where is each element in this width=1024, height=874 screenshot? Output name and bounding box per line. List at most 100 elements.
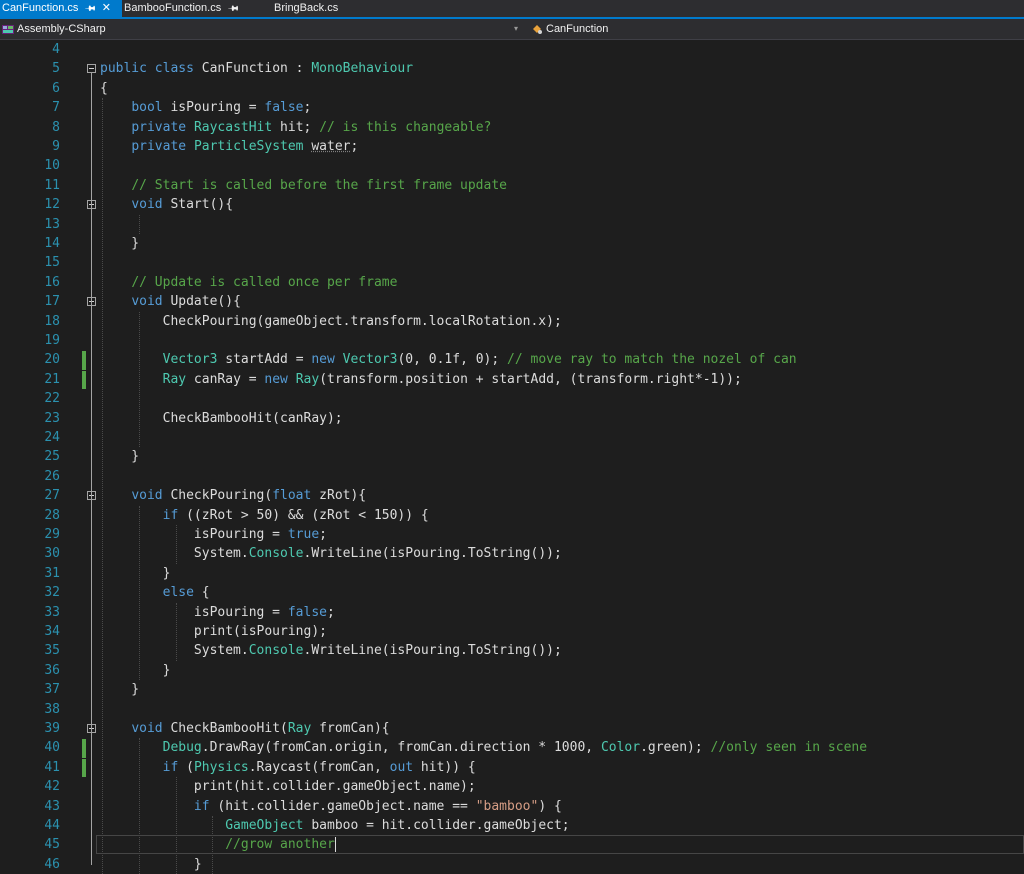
chevron-down-icon[interactable]: ▾ [514, 21, 518, 37]
line-number: 25 [44, 449, 60, 465]
code-line[interactable]: print(isPouring); [100, 622, 327, 641]
pin-icon[interactable]: 🖈︎ [82, 0, 101, 18]
code-line[interactable]: bool isPouring = false; [100, 98, 311, 117]
tab-label: BringBack.cs [274, 2, 339, 14]
outline-line [91, 209, 92, 244]
class-icon [533, 24, 542, 34]
line-number: 45 [44, 837, 60, 853]
line-number: 22 [44, 391, 60, 407]
tab-bringback[interactable]: BringBack.cs [274, 0, 364, 17]
project-label: Assembly-CSharp [17, 23, 106, 35]
line-number: 24 [44, 430, 60, 445]
csharp-project-icon [2, 24, 14, 34]
code-line[interactable]: print(hit.collider.gameObject.name); [100, 777, 476, 796]
pin-icon[interactable]: 🖈︎ [225, 0, 244, 18]
project-dropdown[interactable]: Assembly-CSharp [2, 21, 106, 37]
code-line[interactable]: void Start(){ [100, 195, 233, 214]
change-marker [82, 739, 86, 758]
code-line[interactable]: } [100, 855, 202, 874]
code-line[interactable]: Debug.DrawRay(fromCan.origin, fromCan.di… [100, 738, 867, 757]
line-number: 42 [44, 779, 60, 795]
line-number: 9 [52, 139, 60, 154]
code-line[interactable]: isPouring = false; [100, 603, 335, 622]
code-line[interactable]: // Start is called before the first fram… [100, 176, 507, 195]
line-number: 33 [44, 604, 60, 620]
tab-bamboofunction[interactable]: BambooFunction.cs 🖈︎ [124, 0, 264, 17]
code-line[interactable]: } [100, 680, 139, 699]
line-number: 21 [44, 371, 60, 387]
code-line[interactable]: else { [100, 583, 210, 602]
indent-guide [138, 214, 140, 234]
code-line[interactable]: Ray canRay = new Ray(transform.position … [100, 370, 742, 389]
tab-label: CanFunction.cs [2, 2, 79, 14]
outline-line [91, 733, 92, 865]
line-number: 43 [44, 798, 60, 814]
line-number: 35 [44, 643, 60, 659]
document-tab-bar: CanFunction.cs 🖈︎ ✕ BambooFunction.cs 🖈︎ Br… [0, 0, 1024, 19]
outline-line [91, 500, 92, 691]
line-number: 36 [44, 662, 60, 678]
line-number: 19 [44, 333, 60, 348]
line-number: 17 [44, 294, 60, 310]
line-number: 32 [44, 585, 60, 601]
code-line[interactable]: public class CanFunction : MonoBehaviour [100, 59, 413, 78]
line-number: 6 [52, 80, 60, 96]
line-number: 29 [44, 527, 60, 542]
line-number: 26 [44, 468, 60, 484]
line-number: 28 [44, 507, 60, 523]
code-line[interactable]: if (hit.collider.gameObject.name == "bam… [100, 797, 562, 816]
text-caret [334, 837, 336, 853]
line-number: 5 [52, 61, 60, 77]
line-number: 46 [44, 856, 60, 872]
line-number: 12 [44, 197, 60, 213]
line-number: 27 [44, 488, 60, 504]
code-line[interactable]: GameObject bamboo = hit.collider.gameObj… [100, 816, 569, 835]
code-line[interactable]: CheckPouring(gameObject.transform.localR… [100, 312, 562, 331]
code-line[interactable]: Vector3 startAdd = new Vector3(0, 0.1f, … [100, 350, 797, 369]
navigation-bar: Assembly-CSharp ▾ CanFunction [0, 19, 1024, 40]
code-line[interactable]: } [100, 661, 171, 680]
member-dropdown[interactable]: CanFunction [531, 21, 608, 37]
line-number: 13 [44, 216, 60, 232]
collapse-toggle-icon[interactable] [87, 64, 96, 74]
code-line[interactable]: if ((zRot > 50) && (zRot < 150)) { [100, 506, 429, 525]
line-number: 39 [44, 721, 60, 736]
line-number: 38 [44, 701, 60, 717]
code-line[interactable]: void Update(){ [100, 292, 241, 311]
code-line[interactable]: CheckBambooHit(canRay); [100, 409, 343, 428]
code-line[interactable]: void CheckBambooHit(Ray fromCan){ [100, 719, 389, 738]
code-line[interactable]: private RaycastHit hit; // is this chang… [100, 118, 491, 137]
line-number: 18 [44, 313, 60, 329]
line-number: 14 [44, 236, 60, 251]
code-line[interactable]: } [100, 564, 171, 583]
line-number: 31 [44, 565, 60, 581]
change-marker [82, 370, 86, 390]
code-line[interactable]: // Update is called once per frame [100, 273, 397, 292]
code-line[interactable]: isPouring = true; [100, 525, 327, 544]
code-line[interactable]: private ParticleSystem water; [100, 137, 358, 156]
outline-line [91, 306, 92, 458]
code-line[interactable]: } [100, 234, 139, 253]
line-number: 16 [44, 274, 60, 290]
tab-label: BambooFunction.cs [124, 2, 222, 14]
code-line[interactable]: System.Console.WriteLine(isPouring.ToStr… [100, 641, 562, 660]
line-number: 40 [44, 740, 60, 756]
line-number: 7 [52, 100, 60, 116]
code-line[interactable]: { [100, 79, 108, 98]
code-line[interactable]: System.Console.WriteLine(isPouring.ToStr… [100, 544, 562, 563]
line-number: 8 [52, 119, 60, 135]
change-marker [82, 351, 86, 370]
code-editor[interactable]: 4 5 6 7 8 9 10 11 12 13 14 15 16 17 18 19 20 21 22 23 24 25 26… [0, 40, 1024, 874]
code-line[interactable]: //grow another [100, 835, 336, 854]
code-line[interactable]: if (Physics.Raycast(fromCan, out hit)) { [100, 758, 476, 777]
line-number: 10 [44, 158, 60, 174]
code-line[interactable]: } [100, 447, 139, 466]
tab-canfunction[interactable]: CanFunction.cs 🖈︎ ✕ [0, 0, 122, 17]
line-number: 30 [44, 546, 60, 562]
code-line[interactable]: void CheckPouring(float zRot){ [100, 486, 366, 505]
line-number: 23 [44, 410, 60, 426]
line-number: 44 [44, 818, 60, 833]
close-icon[interactable]: ✕ [102, 0, 111, 17]
change-marker [82, 758, 86, 778]
line-number: 41 [44, 759, 60, 775]
